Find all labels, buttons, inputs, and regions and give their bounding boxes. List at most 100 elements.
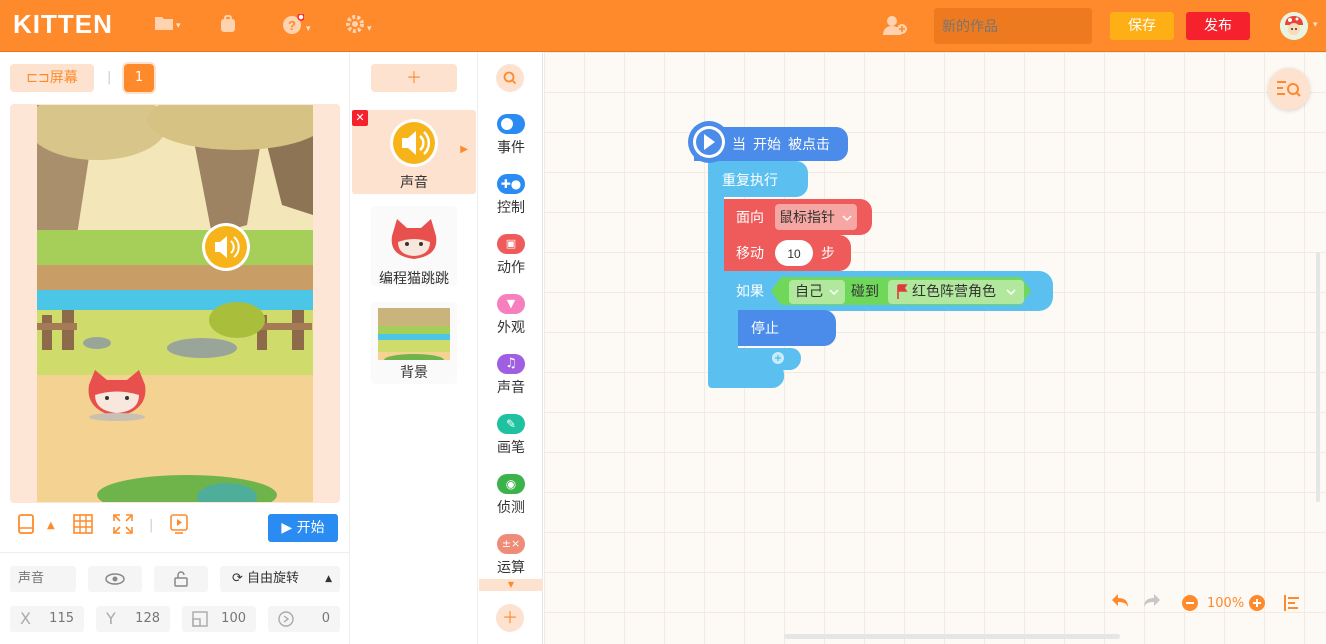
help-menu[interactable]: ? ▾ <box>282 13 311 39</box>
category-sensing[interactable]: ◉ 侦测 <box>479 474 543 517</box>
music-note-icon: ♫ <box>497 354 525 374</box>
align-blocks-button[interactable] <box>1283 594 1301 617</box>
sprite-item-background[interactable]: 背景 <box>371 302 457 384</box>
backpack-icon <box>218 15 238 39</box>
add-extension-button[interactable]: ＋ <box>496 604 524 632</box>
lock-toggle[interactable] <box>154 566 208 592</box>
redo-button[interactable] <box>1142 592 1162 615</box>
code-workspace[interactable]: 当 开始 被点击 重复执行 面向 鼠标指针 移动 10 步 如果 自己 碰到 红… <box>544 52 1326 644</box>
category-label: 侦测 <box>497 500 525 516</box>
category-label: 外观 <box>497 320 525 336</box>
fullscreen-button[interactable] <box>113 514 133 539</box>
grid-icon <box>73 514 93 539</box>
caret-up-icon[interactable]: ▲ <box>47 520 55 531</box>
screen-button[interactable]: ⊏⊐屏幕 <box>10 64 94 92</box>
save-button[interactable]: 保存 <box>1110 12 1174 40</box>
avatar[interactable] <box>1280 12 1308 40</box>
close-icon[interactable]: ✕ <box>352 110 368 126</box>
category-looks[interactable]: ▼ 外观 <box>479 294 543 337</box>
sprite-panel: ＋ ✕ ▶ 声音 编程猫跳跳 背景 <box>351 52 478 644</box>
block-label: 碰到 <box>851 283 879 299</box>
resize-icon <box>192 606 208 635</box>
backpack-button[interactable] <box>218 14 238 39</box>
phone-layout-button[interactable] <box>18 514 34 539</box>
block-label: 重复执行 <box>722 172 778 188</box>
category-operators[interactable]: ±× 运算 <box>479 534 543 577</box>
screen-icon: ⊏⊐ <box>26 70 50 86</box>
plus-icon <box>1248 595 1266 617</box>
math-icon: ±× <box>497 534 525 554</box>
sensor-icon: ◉ <box>497 474 525 494</box>
y-position-field[interactable]: Y 128 <box>96 606 170 632</box>
sprite-label: 声音 <box>400 175 428 191</box>
vertical-scrollbar[interactable] <box>1316 252 1320 502</box>
app-logo[interactable]: KITTEN <box>13 9 113 40</box>
play-icon: ▶ <box>281 520 297 536</box>
chevron-right-icon[interactable]: ▶ <box>460 144 468 155</box>
direction-field[interactable]: 0 <box>268 606 340 632</box>
start-button[interactable]: ▶ 开始 <box>268 514 338 542</box>
grid-button[interactable] <box>73 514 93 539</box>
divider: | <box>107 70 112 85</box>
block-category-panel: 事件 ✚● 控制 ▣ 动作 ▼ 外观 ♫ 声音 ✎ 画笔 ◉ 侦测 ±× 运算 ▼ ＋ <box>479 52 543 644</box>
x-value: 115 <box>49 611 74 626</box>
sprite-item-sound[interactable]: ✕ ▶ 声音 <box>352 110 476 194</box>
direction-icon <box>278 606 294 635</box>
block-label: 当 <box>732 136 746 152</box>
add-sprite-button[interactable]: ＋ <box>371 64 457 92</box>
x-position-field[interactable]: X 115 <box>10 606 84 632</box>
zoom-level: 100% <box>1207 596 1245 611</box>
rotation-mode-select[interactable]: ⟳ 自由旋转 ▲ <box>220 566 340 592</box>
add-user-icon <box>882 16 908 41</box>
chevron-down-icon: ▾ <box>306 24 311 34</box>
category-pen[interactable]: ✎ 画笔 <box>479 414 543 457</box>
category-motion[interactable]: ▣ 动作 <box>479 234 543 277</box>
scroll-down-button[interactable]: ▼ <box>479 579 543 591</box>
block-label: 被点击 <box>788 136 830 152</box>
category-label: 动作 <box>497 260 525 276</box>
size-value: 100 <box>221 611 246 626</box>
zoom-out-button[interactable] <box>1181 594 1199 617</box>
visibility-toggle[interactable] <box>88 566 142 592</box>
category-sound[interactable]: ♫ 声音 <box>479 354 543 397</box>
block-label: 停止 <box>751 320 779 336</box>
y-value: 128 <box>135 611 160 626</box>
x-label: X <box>20 609 31 628</box>
minus-icon <box>1181 595 1199 617</box>
search-blocks-button[interactable] <box>496 64 524 92</box>
category-events[interactable]: 事件 <box>479 114 543 157</box>
add-collaborator-button[interactable] <box>882 14 908 41</box>
publish-button[interactable]: 发布 <box>1186 12 1250 40</box>
redo-icon <box>1142 594 1162 615</box>
size-field[interactable]: 100 <box>182 606 256 632</box>
rotation-mode-value: 自由旋转 <box>247 571 300 586</box>
folder-menu[interactable]: ▾ <box>154 14 181 36</box>
stage-scene <box>37 105 313 502</box>
zoom-in-button[interactable] <box>1248 594 1266 617</box>
chevron-down-icon[interactable]: ▾ <box>1313 20 1318 30</box>
plus-icon: ＋ <box>405 68 422 87</box>
record-button[interactable] <box>170 514 188 539</box>
sprite-name-field[interactable]: 声音 <box>10 566 76 592</box>
screen-tab-1[interactable]: 1 <box>124 64 154 92</box>
block-label: 如果 <box>736 283 764 299</box>
plus-icon: ＋ <box>501 608 518 627</box>
video-icon <box>170 514 188 539</box>
eye-icon <box>105 571 125 586</box>
sprite-item-cat[interactable]: 编程猫跳跳 <box>371 206 457 287</box>
horizontal-scrollbar[interactable] <box>784 634 1120 639</box>
sound-sprite <box>202 223 250 271</box>
block-label: 移动 <box>736 245 764 261</box>
category-control[interactable]: ✚● 控制 <box>479 174 543 217</box>
undo-button[interactable] <box>1110 592 1130 615</box>
settings-menu[interactable]: ▾ <box>345 14 372 39</box>
project-name-input[interactable] <box>934 8 1092 44</box>
screen-button-label: 屏幕 <box>49 70 78 86</box>
chevron-down-icon: ▾ <box>176 21 181 31</box>
stage-panel: ⊏⊐屏幕 | 1 ▲ | ▶ 开始 声音 ⟳ 自由旋转 ▲ X 115 Y 12… <box>0 52 350 644</box>
category-label: 控制 <box>497 200 525 216</box>
self-value: 自己 <box>795 283 823 299</box>
background-thumbnail <box>378 308 450 360</box>
stage-canvas[interactable] <box>37 105 313 502</box>
help-icon: ? <box>282 13 305 39</box>
